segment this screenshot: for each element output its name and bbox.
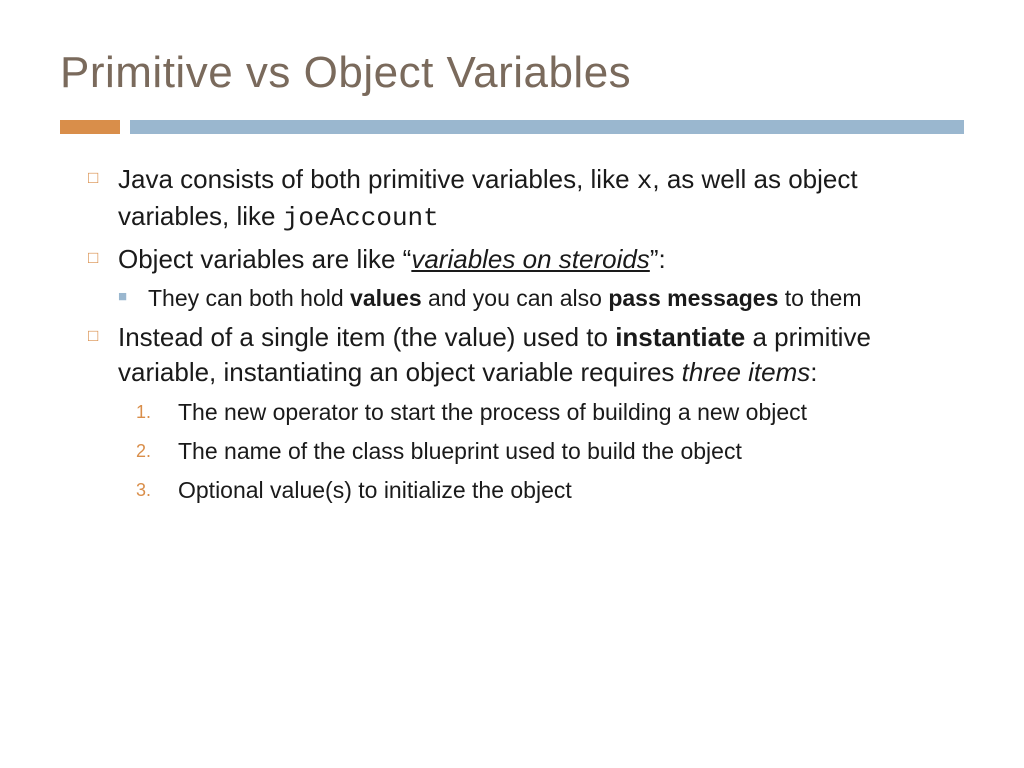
- slide: Primitive vs Object Variables □ Java con…: [0, 0, 1024, 768]
- code-span: x: [637, 166, 653, 196]
- bullet-1: □ Java consists of both primitive variab…: [88, 162, 964, 236]
- accent-bar-orange: [60, 120, 120, 134]
- numbered-3: 3. Optional value(s) to initialize the o…: [130, 475, 964, 506]
- code-span: joeAccount: [283, 203, 439, 233]
- text-span: ”:: [650, 244, 666, 274]
- numbered-2-text: The name of the class blueprint used to …: [178, 436, 964, 467]
- text-span: They can both hold: [148, 285, 350, 311]
- bullet-1-text: Java consists of both primitive variable…: [118, 162, 964, 236]
- numbered-3-text: Optional value(s) to initialize the obje…: [178, 475, 964, 506]
- italic-span: three items: [682, 357, 811, 387]
- number-marker: 2.: [130, 436, 178, 467]
- numbered-1: 1. The new operator to start the process…: [130, 397, 964, 428]
- accent-bar-gap: [120, 120, 130, 134]
- numbered-2: 2. The name of the class blueprint used …: [130, 436, 964, 467]
- bullet-3-text: Instead of a single item (the value) use…: [118, 320, 964, 390]
- accent-bar-blue: [130, 120, 964, 134]
- bullet-marker-icon: □: [88, 320, 118, 390]
- text-span: Instead of a single item (the value) use…: [118, 322, 615, 352]
- sub-bullet-2a-text: They can both hold values and you can al…: [148, 283, 964, 314]
- bullet-marker-icon: □: [88, 162, 118, 236]
- sub-bullet-2a: ■ They can both hold values and you can …: [118, 283, 964, 314]
- bold-span: instantiate: [615, 322, 745, 352]
- underline-span: variables on steroids: [411, 244, 649, 274]
- bullet-2-text: Object variables are like “variables on …: [118, 242, 964, 277]
- text-span: Java consists of both primitive variable…: [118, 164, 637, 194]
- bullet-2: □ Object variables are like “variables o…: [88, 242, 964, 277]
- text-span: Object variables are like “: [118, 244, 411, 274]
- bold-span: values: [350, 285, 422, 311]
- text-span: :: [810, 357, 817, 387]
- text-span: to them: [778, 285, 861, 311]
- numbered-1-text: The new operator to start the process of…: [178, 397, 964, 428]
- bold-span: pass messages: [608, 285, 778, 311]
- number-marker: 3.: [130, 475, 178, 506]
- slide-content: □ Java consists of both primitive variab…: [60, 162, 964, 506]
- number-marker: 1.: [130, 397, 178, 428]
- slide-title: Primitive vs Object Variables: [60, 48, 964, 98]
- text-span: and you can also: [422, 285, 609, 311]
- accent-bar: [60, 120, 964, 134]
- sub-bullet-marker-icon: ■: [118, 283, 148, 314]
- bullet-3: □ Instead of a single item (the value) u…: [88, 320, 964, 390]
- bullet-marker-icon: □: [88, 242, 118, 277]
